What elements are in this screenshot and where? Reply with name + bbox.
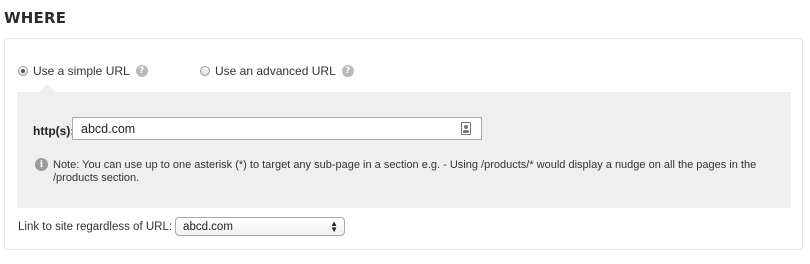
advanced-url-label[interactable]: Use an advanced URL bbox=[215, 64, 336, 78]
section-title: WHERE bbox=[4, 9, 67, 27]
url-input[interactable] bbox=[72, 117, 482, 140]
where-panel: Use a simple URL ? Use an advanced URL ?… bbox=[4, 38, 803, 250]
simple-url-settings: http(s):// i Note: You can use up to one… bbox=[17, 84, 791, 208]
link-site-row: Link to site regardless of URL: abcd.com… bbox=[18, 217, 346, 236]
simple-url-option[interactable]: Use a simple URL ? bbox=[18, 64, 148, 78]
site-select[interactable]: abcd.com ▲ ▼ bbox=[175, 217, 346, 236]
advanced-url-radio[interactable] bbox=[200, 66, 210, 76]
advanced-url-option[interactable]: Use an advanced URL ? bbox=[200, 64, 354, 78]
url-note-text: Note: You can use up to one asterisk (*)… bbox=[53, 159, 757, 184]
simple-url-radio[interactable] bbox=[18, 66, 28, 76]
contact-card-icon[interactable] bbox=[461, 122, 471, 135]
link-site-label: Link to site regardless of URL: bbox=[18, 220, 173, 233]
select-arrows-icon: ▲ ▼ bbox=[330, 218, 339, 234]
help-icon[interactable]: ? bbox=[135, 65, 148, 77]
help-icon[interactable]: ? bbox=[341, 65, 354, 77]
info-icon: i bbox=[35, 158, 48, 171]
simple-url-label[interactable]: Use a simple URL bbox=[33, 64, 130, 78]
site-select-value: abcd.com bbox=[183, 220, 233, 233]
